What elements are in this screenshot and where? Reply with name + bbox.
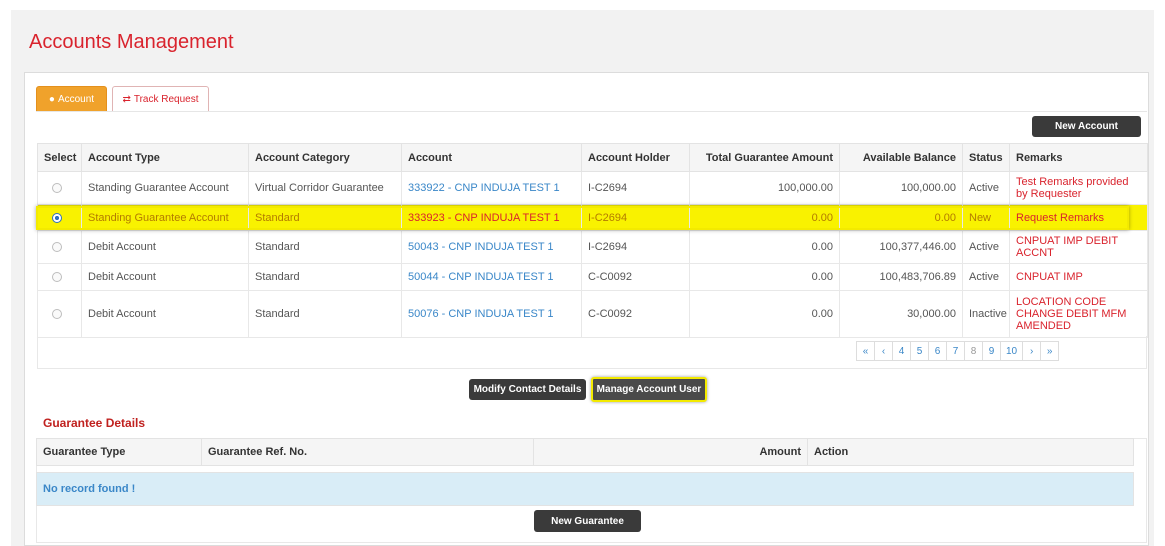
account-category-cell: Standard	[248, 290, 402, 338]
available-balance-cell: 100,483,706.89	[839, 263, 963, 291]
pagination-page[interactable]: 9	[982, 341, 1001, 361]
col-header-total-guarantee: Total Guarantee Amount	[689, 143, 840, 172]
row-select-radio[interactable]	[52, 212, 62, 223]
row-select-radio[interactable]	[52, 309, 62, 320]
account-link[interactable]: 50044 - CNP INDUJA TEST 1	[401, 263, 582, 291]
account-type-cell: Debit Account	[81, 230, 249, 264]
account-holder-cell: C-C0092	[581, 263, 690, 291]
pagination-last[interactable]: »	[1040, 341, 1060, 361]
available-balance-cell: 0.00	[839, 204, 963, 231]
pagination-page[interactable]: 10	[1000, 341, 1024, 361]
col-header-status: Status	[962, 143, 1010, 172]
pagination-page[interactable]: 5	[910, 341, 929, 361]
manage-account-user-button[interactable]: Manage Account User	[591, 377, 707, 402]
col-header-action: Action	[807, 438, 1134, 466]
status-cell: Inactive	[962, 290, 1010, 338]
pagination-page[interactable]: 7	[946, 341, 965, 361]
account-type-cell: Debit Account	[81, 290, 249, 338]
account-holder-cell: I-C2694	[581, 204, 690, 231]
available-balance-cell: 30,000.00	[839, 290, 963, 338]
table-row[interactable]: Standing Guarantee Account Virtual Corri…	[37, 171, 1148, 205]
pagination-page-current[interactable]: 8	[964, 341, 983, 361]
accounts-table: Select Account Type Account Category Acc…	[37, 143, 1148, 338]
guarantee-details-title: Guarantee Details	[43, 416, 146, 430]
col-header-guarantee-type: Guarantee Type	[36, 438, 202, 466]
pagination-page[interactable]: 4	[892, 341, 911, 361]
account-category-cell: Virtual Corridor Guarantee	[248, 171, 402, 205]
table-row[interactable]: Debit Account Standard 50044 - CNP INDUJ…	[37, 263, 1148, 291]
guarantee-header-row: Guarantee Type Guarantee Ref. No. Amount…	[36, 438, 1134, 466]
col-header-available-balance: Available Balance	[839, 143, 963, 172]
col-header-account: Account	[401, 143, 582, 172]
remarks-cell: Request Remarks	[1009, 204, 1148, 231]
tab-account-label: Account	[57, 93, 95, 105]
table-row[interactable]: Debit Account Standard 50043 - CNP INDUJ…	[37, 230, 1148, 264]
accounts-header-row: Select Account Type Account Category Acc…	[37, 143, 1148, 172]
remarks-cell: CNPUAT IMP	[1009, 263, 1148, 291]
remarks-cell: LOCATION CODE CHANGE DEBIT MFM AMENDED	[1009, 290, 1148, 338]
account-category-cell: Standard	[248, 263, 402, 291]
account-type-cell: Debit Account	[81, 263, 249, 291]
account-type-cell: Standing Guarantee Account	[81, 204, 249, 231]
total-guarantee-cell: 100,000.00	[689, 171, 840, 205]
pagination-next[interactable]: ›	[1022, 341, 1042, 361]
row-select-radio[interactable]	[52, 183, 62, 194]
new-account-button[interactable]: New Account	[1032, 116, 1141, 137]
circle-icon: ●	[48, 93, 55, 105]
status-cell: New	[962, 204, 1010, 231]
tab-divider	[36, 111, 1147, 112]
status-cell: Active	[962, 263, 1010, 291]
row-select-radio[interactable]	[52, 242, 62, 253]
col-header-amount: Amount	[533, 438, 808, 466]
col-header-select: Select	[37, 143, 82, 172]
total-guarantee-cell: 0.00	[689, 263, 840, 291]
account-category-cell: Standard	[248, 204, 402, 231]
status-cell: Active	[962, 171, 1010, 205]
tab-track-request[interactable]: ⇄ Track Request	[112, 86, 209, 112]
status-cell: Active	[962, 230, 1010, 264]
account-category-cell: Standard	[248, 230, 402, 264]
account-link[interactable]: 50043 - CNP INDUJA TEST 1	[401, 230, 582, 264]
row-select-radio[interactable]	[52, 272, 62, 283]
total-guarantee-cell: 0.00	[689, 290, 840, 338]
modify-contact-details-button[interactable]: Modify Contact Details	[469, 379, 586, 400]
col-header-account-holder: Account Holder	[581, 143, 690, 172]
page-title: Accounts Management	[29, 31, 234, 53]
tab-account[interactable]: ● Account	[36, 86, 107, 112]
remarks-cell: CNPUAT IMP DEBIT ACCNT	[1009, 230, 1148, 264]
pagination: « ‹ 4 5 6 7 8 9 10 › »	[856, 341, 1060, 361]
table-row-selected[interactable]: Standing Guarantee Account Standard 3339…	[37, 204, 1148, 231]
exchange-icon: ⇄	[122, 93, 131, 105]
no-record-message: No record found !	[36, 472, 1134, 506]
account-type-cell: Standing Guarantee Account	[81, 171, 249, 205]
guarantee-table: Guarantee Type Guarantee Ref. No. Amount…	[36, 438, 1134, 506]
pagination-page[interactable]: 6	[928, 341, 947, 361]
account-link[interactable]: 333922 - CNP INDUJA TEST 1	[401, 171, 582, 205]
account-link[interactable]: 333923 - CNP INDUJA TEST 1	[401, 204, 582, 231]
account-holder-cell: C-C0092	[581, 290, 690, 338]
tab-track-request-label: Track Request	[133, 93, 199, 105]
pagination-first[interactable]: «	[856, 341, 875, 361]
account-holder-cell: I-C2694	[581, 230, 690, 264]
col-header-guarantee-ref: Guarantee Ref. No.	[201, 438, 534, 466]
available-balance-cell: 100,000.00	[839, 171, 963, 205]
pagination-prev[interactable]: ‹	[874, 341, 893, 361]
col-header-remarks: Remarks	[1009, 143, 1148, 172]
col-header-account-type: Account Type	[81, 143, 249, 172]
total-guarantee-cell: 0.00	[689, 204, 840, 231]
account-link[interactable]: 50076 - CNP INDUJA TEST 1	[401, 290, 582, 338]
empty-row: No record found !	[36, 472, 1134, 506]
remarks-cell: Test Remarks provided by Requester	[1009, 171, 1148, 205]
table-row[interactable]: Debit Account Standard 50076 - CNP INDUJ…	[37, 290, 1148, 338]
total-guarantee-cell: 0.00	[689, 230, 840, 264]
col-header-account-category: Account Category	[248, 143, 402, 172]
available-balance-cell: 100,377,446.00	[839, 230, 963, 264]
new-guarantee-button[interactable]: New Guarantee	[534, 510, 641, 532]
account-holder-cell: I-C2694	[581, 171, 690, 205]
